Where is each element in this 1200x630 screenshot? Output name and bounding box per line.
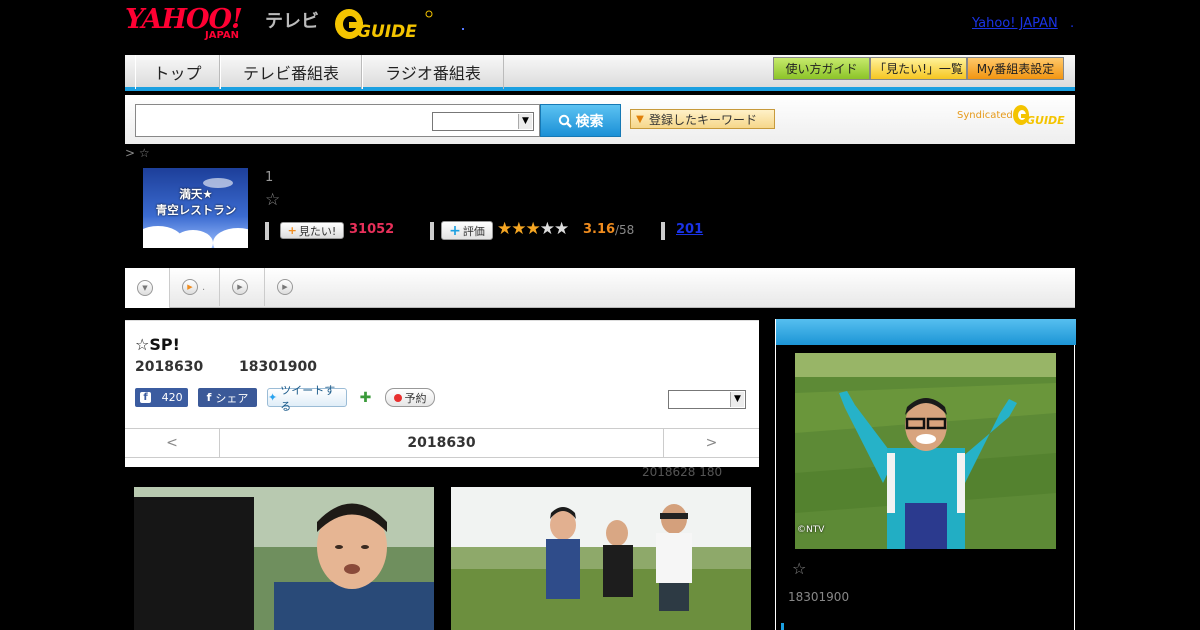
facebook-icon: f bbox=[140, 392, 151, 403]
featured-sidebar: ©NTV ☆ 18301900 bbox=[775, 319, 1076, 630]
my-guide-settings-button[interactable]: My番組表設定 bbox=[967, 57, 1064, 80]
twitter-bird-icon: ✦ bbox=[268, 391, 278, 404]
subtab-2[interactable]: ▶ . bbox=[170, 268, 220, 306]
usage-guide-button[interactable]: 使い方ガイド bbox=[773, 57, 870, 80]
stat-divider bbox=[661, 222, 665, 240]
stat-divider bbox=[430, 222, 434, 240]
calendar-add-icon[interactable]: ✚ bbox=[357, 388, 374, 407]
star-icon: ★ bbox=[497, 219, 512, 239]
update-note: 2018628 180 bbox=[642, 465, 723, 479]
tweet-button[interactable]: ✦ ツイートする bbox=[267, 384, 347, 413]
search-category-select[interactable]: ▼ bbox=[432, 112, 534, 131]
facebook-share-button[interactable]: f シェア bbox=[198, 388, 257, 407]
review-count-link[interactable]: 201 bbox=[676, 222, 703, 237]
registered-keywords-button[interactable]: ▼ 登録したキーワード bbox=[630, 109, 775, 129]
rating-stars: ★★★★★ bbox=[497, 219, 569, 239]
view-select[interactable]: ▼ bbox=[668, 390, 746, 409]
program-detail-panel: ☆SP! 2018630 18301900 f 420 f シェア ✦ ツイート… bbox=[125, 320, 759, 467]
header-link-sep: . bbox=[1070, 16, 1075, 31]
yahoo-japan-link[interactable]: Yahoo! JAPAN bbox=[972, 16, 1058, 31]
star-icon: ★ bbox=[511, 219, 526, 239]
reserve-recording-button[interactable]: 予約 bbox=[385, 388, 435, 407]
current-date-label: 2018630 bbox=[407, 435, 476, 451]
sidebar-header bbox=[776, 319, 1076, 345]
facebook-icon: f bbox=[206, 391, 212, 404]
tv-label: テレビ bbox=[265, 11, 319, 32]
subtab-4[interactable]: ▶ bbox=[265, 268, 310, 306]
program-subtabs: ▼ ▶ . ▶ ▶ bbox=[125, 268, 1075, 308]
rating-count: /58 bbox=[615, 223, 635, 237]
subtab-3[interactable]: ▶ bbox=[220, 268, 265, 306]
play-icon: ▶ bbox=[277, 279, 293, 295]
nav-tab-top[interactable]: トップ bbox=[135, 55, 220, 89]
search-icon bbox=[558, 114, 572, 128]
triangle-down-icon: ▼ bbox=[636, 113, 644, 125]
thumb-title-line2: 青空レストラン bbox=[155, 203, 237, 217]
syndicated-label: Syndicated bbox=[957, 110, 1013, 121]
prev-date-button[interactable]: < bbox=[125, 429, 220, 457]
broadcast-date: 2018630 bbox=[135, 359, 204, 375]
play-icon: ▶ bbox=[232, 279, 248, 295]
svg-text:GUIDE: GUIDE bbox=[1026, 114, 1065, 127]
program-photo-2[interactable] bbox=[451, 487, 751, 630]
play-icon: ▶ bbox=[182, 279, 198, 295]
date-navigation: < 2018630 > bbox=[125, 428, 759, 458]
breadcrumb[interactable]: > ☆ bbox=[125, 146, 150, 160]
gguide-small-logo: GUIDE bbox=[1013, 105, 1065, 127]
yahoo-japan-logo[interactable]: YAHOO! JAPAN bbox=[125, 4, 265, 42]
featured-star: ☆ bbox=[792, 559, 807, 578]
header-dot bbox=[462, 28, 464, 30]
site-header: YAHOO! JAPAN テレビ GUIDE Yahoo! JAPAN . bbox=[0, 0, 1200, 55]
search-bar: ▼ 検索 ▼ 登録したキーワード Syndicated GUIDE bbox=[125, 95, 1075, 144]
program-title: ☆SP! bbox=[135, 335, 180, 354]
program-photo-1[interactable] bbox=[134, 487, 434, 630]
want-to-watch-count: 31052 bbox=[349, 222, 395, 237]
star-icon: ★ bbox=[554, 219, 569, 239]
facebook-like-button[interactable]: f 420 bbox=[135, 388, 188, 407]
program-star: ☆ bbox=[265, 190, 281, 210]
rate-button[interactable]: + 評価 bbox=[441, 221, 493, 240]
chevron-down-icon: ▼ bbox=[137, 280, 153, 296]
plus-icon: + bbox=[287, 224, 297, 237]
rating-value: 3.16 bbox=[583, 222, 616, 237]
stat-divider bbox=[265, 222, 269, 240]
star-icon: ★ bbox=[525, 219, 541, 239]
broadcast-time: 18301900 bbox=[239, 359, 317, 375]
want-to-watch-button[interactable]: + 見たい! bbox=[280, 222, 344, 239]
svg-text:GUIDE: GUIDE bbox=[357, 22, 417, 42]
photo-credit: ©NTV bbox=[797, 525, 825, 535]
record-dot-icon bbox=[393, 393, 402, 402]
subtab-1[interactable]: ▼ bbox=[125, 268, 170, 308]
global-nav: トップ テレビ番組表 ラジオ番組表 使い方ガイド 「見たい!」一覧 My番組表設… bbox=[125, 55, 1075, 91]
episode-number: 1 bbox=[265, 170, 274, 185]
featured-photo[interactable]: ©NTV bbox=[795, 353, 1056, 549]
thumb-title-line1: 満天★ bbox=[179, 187, 213, 201]
chevron-down-icon: ▼ bbox=[518, 114, 532, 129]
nav-tab-radio-listings[interactable]: ラジオ番組表 bbox=[362, 55, 504, 89]
nav-tab-tv-listings[interactable]: テレビ番組表 bbox=[220, 55, 362, 89]
share-row: f 420 f シェア ✦ ツイートする ✚ 予約 bbox=[135, 384, 747, 413]
featured-time: 18301900 bbox=[788, 590, 850, 604]
search-button[interactable]: 検索 bbox=[540, 104, 621, 137]
gguide-logo[interactable]: GUIDE bbox=[334, 6, 434, 42]
plus-icon: + bbox=[449, 222, 461, 239]
star-icon: ★ bbox=[539, 219, 555, 239]
watchlist-button[interactable]: 「見たい!」一覧 bbox=[870, 57, 967, 80]
sidebar-accent-bar bbox=[781, 623, 784, 630]
program-thumbnail[interactable]: 満天★ 青空レストラン bbox=[143, 168, 248, 248]
next-date-button[interactable]: > bbox=[663, 429, 759, 457]
chevron-down-icon: ▼ bbox=[730, 392, 744, 407]
